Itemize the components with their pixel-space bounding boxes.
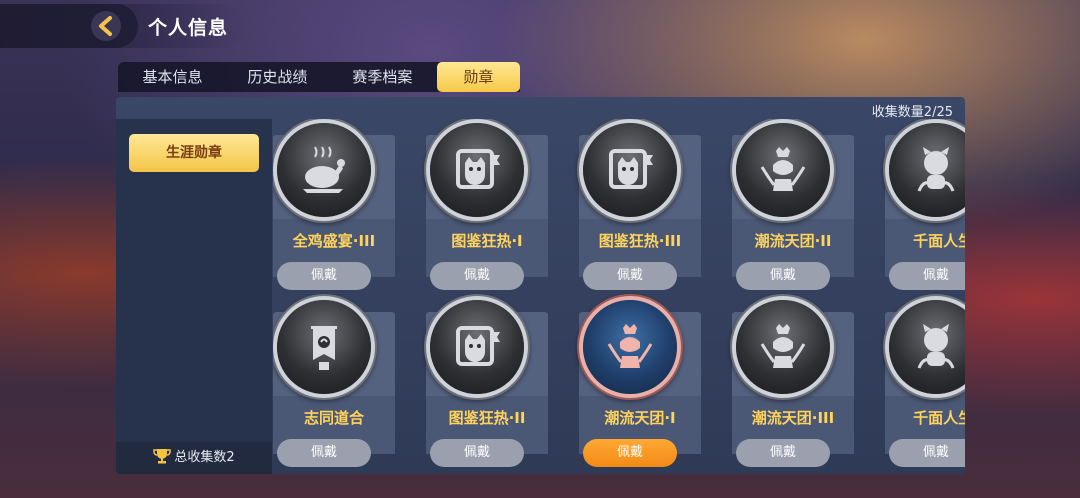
tab-match-history[interactable]: 历史战绩 — [227, 62, 328, 92]
career-medals-button[interactable]: 生涯勋章 — [129, 134, 259, 172]
cat-album-icon — [456, 149, 500, 189]
back-arrow-icon — [91, 11, 121, 41]
trophy-icon — [153, 449, 172, 464]
mascot-icon — [917, 324, 955, 369]
collection-count: 收集数量2/25 — [871, 105, 953, 120]
medal-name: 图鉴狂热·III — [598, 232, 682, 250]
medal-panel: 收集数量2/25 生涯勋章 总收集数2 全鸡盛宴·III 佩戴 图鉴狂热·I 佩戴 图鉴… — [116, 97, 965, 474]
wear-button[interactable]: 佩戴 — [736, 262, 830, 290]
page-title: 个人信息 — [148, 17, 229, 39]
medal-badge — [430, 300, 524, 394]
wear-button[interactable]: 佩戴 — [277, 262, 371, 290]
medal-name: 志同道合 — [303, 409, 364, 427]
medal-name: 潮流天团·I — [604, 409, 676, 427]
medal-name: 潮流天团·II — [754, 232, 832, 250]
tab-medals[interactable]: 勋章 — [436, 62, 521, 92]
medal-name: 千面人生· — [913, 409, 965, 427]
medal-name: 图鉴狂热·II — [448, 409, 526, 427]
trophy-bust-icon — [607, 324, 653, 368]
medal-name: 潮流天团·III — [751, 409, 835, 427]
medal-grid: 全鸡盛宴·III 佩戴 图鉴狂热·I 佩戴 图鉴狂热·III 佩戴 潮流天团·II 佩戴 千面人… — [273, 119, 965, 474]
medal-badge — [583, 300, 677, 394]
wear-button[interactable]: 佩戴 — [889, 439, 965, 467]
medal-name: 图鉴狂热·I — [451, 232, 523, 250]
medal-badge — [583, 123, 677, 217]
wear-button[interactable]: 佩戴 — [430, 439, 524, 467]
tab-basic-info[interactable]: 基本信息 — [118, 62, 227, 92]
banner-icon — [311, 326, 337, 370]
wear-button[interactable]: 佩戴 — [889, 262, 965, 290]
wear-button[interactable]: 佩戴 — [430, 262, 524, 290]
wear-button[interactable]: 佩戴 — [583, 262, 677, 290]
medal-category-sidebar: 生涯勋章 总收集数2 — [116, 119, 272, 474]
trophy-bust-icon — [760, 147, 806, 191]
trophy-bust-icon — [760, 324, 806, 368]
wear-button[interactable]: 佩戴 — [583, 439, 677, 467]
roast-chicken-icon — [303, 146, 345, 193]
wear-button[interactable]: 佩戴 — [736, 439, 830, 467]
back-button[interactable] — [0, 4, 138, 48]
tab-bar: 基本信息 历史战绩 赛季档案 勋章 — [118, 62, 521, 92]
cat-album-icon — [456, 326, 500, 366]
medal-badge — [277, 300, 371, 394]
medal-name: 千面人生· — [913, 232, 965, 250]
total-collected-label: 总收集数2 — [174, 450, 235, 465]
medal-name: 全鸡盛宴·III — [292, 232, 376, 250]
wear-button[interactable]: 佩戴 — [277, 439, 371, 467]
mascot-icon — [917, 147, 955, 192]
tab-season-archive[interactable]: 赛季档案 — [328, 62, 437, 92]
medal-badge — [736, 123, 830, 217]
total-collected: 总收集数2 — [116, 442, 272, 474]
medal-badge — [736, 300, 830, 394]
cat-album-icon — [609, 149, 653, 189]
medal-badge — [277, 123, 371, 217]
medal-badge — [430, 123, 524, 217]
